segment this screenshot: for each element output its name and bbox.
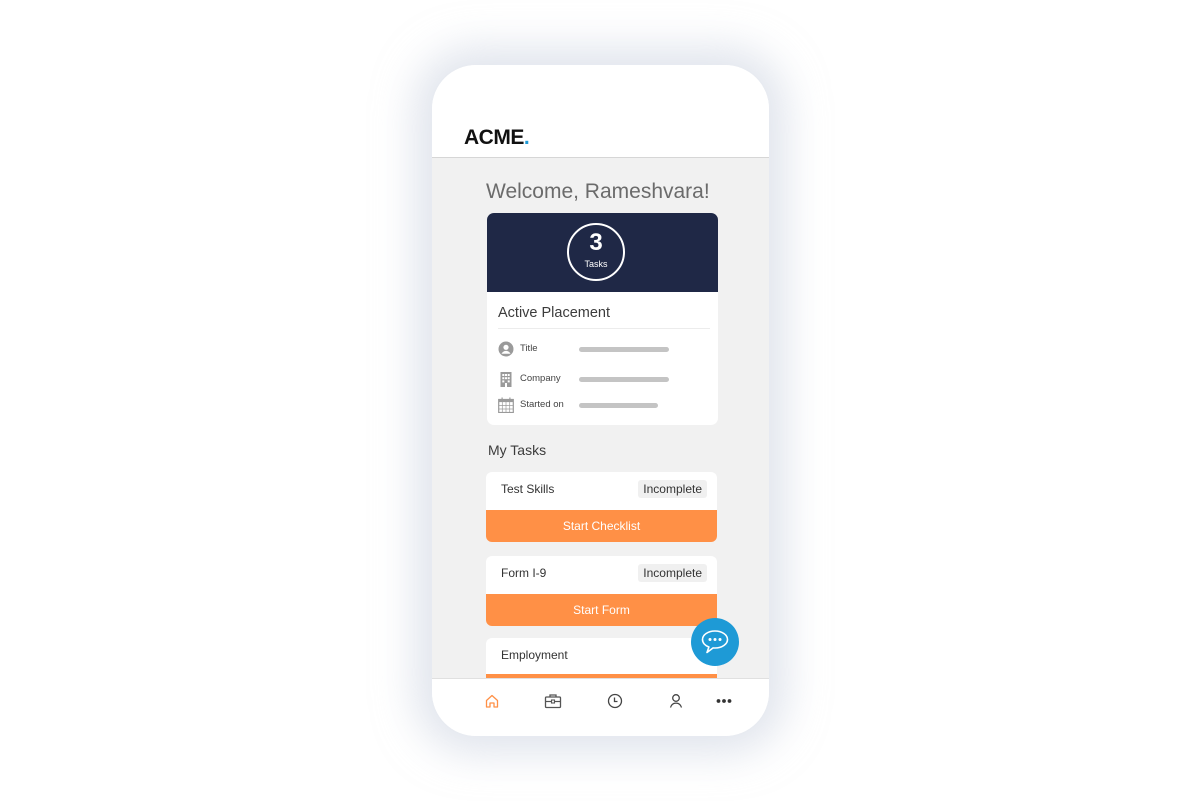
main-content[interactable]: Welcome, Rameshvara! 3 Tasks Active Plac… bbox=[432, 158, 769, 678]
welcome-heading: Welcome, Rameshvara! bbox=[486, 180, 710, 203]
placeholder-bar bbox=[579, 403, 658, 408]
task-count-circle[interactable]: 3 Tasks bbox=[567, 223, 625, 281]
my-tasks-title: My Tasks bbox=[488, 442, 547, 458]
status-badge: Incomplete bbox=[638, 480, 707, 498]
status-badge: Incomplete bbox=[638, 564, 707, 582]
nav-history[interactable] bbox=[605, 691, 625, 711]
phone-frame: ACME. Welcome, Rameshvara! 3 Tasks Activ… bbox=[432, 65, 769, 736]
logo-text: ACME bbox=[464, 126, 524, 149]
nav-jobs[interactable] bbox=[543, 691, 563, 711]
acme-logo: ACME. bbox=[464, 126, 530, 150]
placeholder-bar bbox=[579, 347, 669, 352]
placement-row-started-on: Started on bbox=[498, 397, 708, 415]
chat-bubble-icon bbox=[701, 630, 729, 654]
task-count: 3 bbox=[589, 229, 603, 256]
logo-dot: . bbox=[523, 126, 530, 149]
start-form-button[interactable]: Start Form bbox=[486, 594, 717, 626]
task-count-label: Tasks bbox=[584, 259, 608, 269]
briefcase-icon bbox=[544, 694, 562, 709]
placement-label: Company bbox=[520, 373, 561, 384]
divider bbox=[498, 328, 710, 329]
task-card: Employment bbox=[486, 638, 717, 678]
home-icon bbox=[485, 694, 499, 708]
active-placement-title: Active Placement bbox=[498, 305, 611, 321]
chat-button[interactable] bbox=[691, 618, 739, 666]
building-icon bbox=[500, 372, 512, 387]
user-icon bbox=[498, 341, 514, 357]
nav-more[interactable] bbox=[714, 691, 734, 711]
placement-label: Title bbox=[520, 343, 538, 354]
task-card: Test Skills Incomplete Start Checklist bbox=[486, 472, 717, 542]
placement-row-title: Title bbox=[498, 341, 708, 359]
placement-label: Started on bbox=[520, 399, 564, 410]
task-name: Employment bbox=[501, 648, 568, 662]
profile-icon bbox=[669, 694, 683, 708]
placeholder-bar bbox=[579, 377, 669, 382]
task-name: Form I-9 bbox=[501, 566, 547, 580]
summary-header: 3 Tasks bbox=[487, 213, 718, 292]
clock-icon bbox=[607, 693, 623, 709]
calendar-icon bbox=[498, 397, 514, 413]
placement-row-company: Company bbox=[498, 371, 708, 389]
more-icon bbox=[716, 699, 732, 703]
task-card: Form I-9 Incomplete Start Form bbox=[486, 556, 717, 626]
nav-profile[interactable] bbox=[666, 691, 686, 711]
bottom-nav bbox=[432, 678, 769, 736]
placement-summary-card: 3 Tasks Active Placement Title Company S… bbox=[487, 213, 718, 425]
task-name: Test Skills bbox=[501, 482, 555, 496]
top-bar: ACME. bbox=[432, 65, 769, 158]
nav-home[interactable] bbox=[482, 691, 502, 711]
start-checklist-button[interactable]: Start Checklist bbox=[486, 510, 717, 542]
